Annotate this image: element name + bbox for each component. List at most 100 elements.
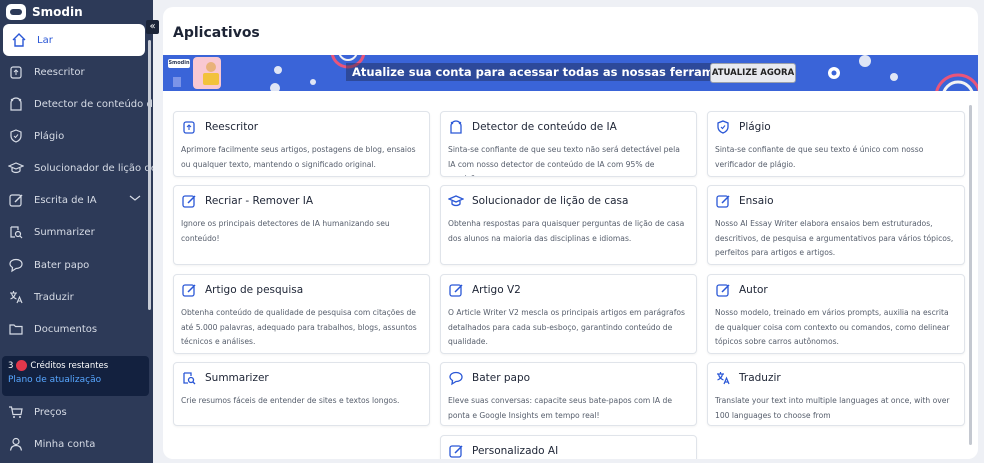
app-card-translate[interactable]: Traduzir Translate your text into multip… xyxy=(707,362,965,426)
rewriter-icon xyxy=(181,119,197,135)
app-card-article-v2[interactable]: Artigo V2 O Article Writer V2 mescla os … xyxy=(440,274,697,354)
card-title: Plágio xyxy=(739,121,771,133)
app-card-plagiarism[interactable]: Plágio Sinta-se confiante de que seu tex… xyxy=(707,111,965,177)
sidebar-scrollbar[interactable] xyxy=(148,40,151,310)
sidebar-item-rewriter[interactable]: Reescritor xyxy=(0,56,153,88)
home-icon xyxy=(11,32,27,48)
card-description: Sinta-se confiante de que seu texto não … xyxy=(448,145,680,176)
sidebar-item-label: Lar xyxy=(37,34,53,46)
banner-logo: Smodin xyxy=(168,59,190,68)
upgrade-now-button[interactable]: ATUALIZE AGORA xyxy=(710,63,796,83)
sidebar-item-label: Solucionador de lição de casa xyxy=(34,162,153,174)
app-card-rewriter[interactable]: Reescritor Aprimore facilmente seus arti… xyxy=(173,111,430,177)
card-description: Eleve suas conversas: capacite seus bate… xyxy=(448,396,673,420)
sidebar-item-label: Summarizer xyxy=(34,226,95,238)
app-card-recreate-remove-ai[interactable]: Recriar - Remover IA Ignore os principai… xyxy=(173,185,430,265)
pen-square-icon xyxy=(448,443,464,459)
sidebar-item-plagiarism[interactable]: Plágio xyxy=(0,120,153,152)
main-panel: Aplicativos Smodin Atualize sua conta pa… xyxy=(163,7,978,459)
card-title: Traduzir xyxy=(739,372,781,384)
graduation-cap-icon xyxy=(448,193,464,209)
card-description: Obtenha respostas para quaisquer pergunt… xyxy=(448,219,685,243)
card-description: Translate your text into multiple langua… xyxy=(715,396,950,420)
sidebar-item-label: Traduzir xyxy=(34,291,74,303)
card-description: Aprimore facilmente seus artigos, postag… xyxy=(181,145,416,169)
sidebar-item-label: Preços xyxy=(34,406,67,418)
pen-square-icon xyxy=(181,193,197,209)
sidebar-item-homework-solver[interactable]: Solucionador de lição de casa xyxy=(0,152,153,184)
smodin-logo-icon xyxy=(6,4,26,20)
brand[interactable]: Smodin xyxy=(0,0,153,24)
card-title: Recriar - Remover IA xyxy=(205,195,314,207)
shield-icon xyxy=(715,119,731,135)
app-card-essay[interactable]: Ensaio Nosso AI Essay Writer elabora ens… xyxy=(707,185,965,265)
folder-icon xyxy=(8,321,24,337)
sidebar-item-summarizer[interactable]: Summarizer xyxy=(0,216,153,248)
collapse-sidebar-button[interactable]: « xyxy=(146,20,159,34)
card-description: O Article Writer V2 mescla os principais… xyxy=(448,308,685,346)
cart-icon xyxy=(8,404,24,420)
card-description: Obtenha conteúdo de qualidade de pesquis… xyxy=(181,308,417,346)
pen-square-icon xyxy=(8,192,24,208)
graduation-cap-icon xyxy=(8,160,24,176)
pen-square-icon xyxy=(715,193,731,209)
sidebar-item-home[interactable]: Lar xyxy=(3,24,145,56)
app-card-ai-detector[interactable]: Detector de conteúdo de IA Sinta-se conf… xyxy=(440,111,697,177)
card-title: Artigo V2 xyxy=(472,284,521,296)
translate-icon xyxy=(715,370,731,386)
pen-square-icon xyxy=(448,282,464,298)
card-title: Artigo de pesquisa xyxy=(205,284,304,296)
card-title: Bater papo xyxy=(472,372,531,384)
upgrade-plan-link[interactable]: Plano de atualização xyxy=(8,375,143,385)
app-card-custom-ai[interactable]: Personalizado AI xyxy=(440,435,697,459)
sidebar-item-translate[interactable]: Traduzir xyxy=(0,281,153,313)
app-card-homework-solver[interactable]: Solucionador de lição de casa Obtenha re… xyxy=(440,185,697,265)
sidebar-item-ai-detector[interactable]: Detector de conteúdo de IA xyxy=(0,88,153,120)
sidebar-item-label: Minha conta xyxy=(34,438,96,450)
rewriter-icon xyxy=(8,64,24,80)
sidebar-item-label: Escrita de IA xyxy=(34,194,97,206)
card-title: Summarizer xyxy=(205,372,269,384)
main-scrollbar[interactable] xyxy=(969,105,972,445)
sidebar-item-ai-writing[interactable]: Escrita de IA xyxy=(0,184,153,216)
sidebar-item-label: Detector de conteúdo de IA xyxy=(34,98,153,110)
card-description: Crie resumos fáceis de entender de sites… xyxy=(181,396,400,405)
chat-bubble-icon xyxy=(448,370,464,386)
sidebar-item-documents[interactable]: Documentos xyxy=(0,313,153,345)
card-title: Personalizado AI xyxy=(472,445,559,457)
coin-icon xyxy=(16,360,28,371)
translate-icon xyxy=(8,289,24,305)
sidebar-item-chat[interactable]: Bater papo xyxy=(0,249,153,281)
app-card-summarizer[interactable]: Summarizer Crie resumos fáceis de entend… xyxy=(173,362,430,426)
sidebar-item-label: Reescritor xyxy=(34,66,85,78)
credits-panel: 3 Créditos restantes Plano de atualizaçã… xyxy=(2,356,149,396)
ai-detector-icon xyxy=(448,119,464,135)
card-description: Sinta-se confiante de que seu texto é ún… xyxy=(715,145,924,169)
card-title: Autor xyxy=(739,284,768,296)
card-description: Ignore os principais detectores de IA hu… xyxy=(181,219,390,243)
brand-name: Smodin xyxy=(32,5,83,19)
credits-count: 3 xyxy=(8,360,14,371)
banner-text: Atualize sua conta para acessar todas as… xyxy=(346,63,756,81)
app-card-research-article[interactable]: Artigo de pesquisa Obtenha conteúdo de q… xyxy=(173,274,430,354)
app-card-chat[interactable]: Bater papo Eleve suas conversas: capacit… xyxy=(440,362,697,426)
card-title: Ensaio xyxy=(739,195,774,207)
card-title: Detector de conteúdo de IA xyxy=(472,121,617,133)
chevron-down-icon[interactable] xyxy=(129,193,141,206)
ai-detector-icon xyxy=(8,96,24,112)
sidebar-item-account[interactable]: Minha conta xyxy=(0,428,153,460)
app-card-author[interactable]: Autor Nosso modelo, treinado em vários p… xyxy=(707,274,965,354)
chat-bubble-icon xyxy=(8,257,24,273)
magnifier-doc-icon xyxy=(181,370,197,386)
pen-square-icon xyxy=(715,282,731,298)
card-description: Nosso modelo, treinado em vários prompts… xyxy=(715,308,950,346)
page-title: Aplicativos xyxy=(173,25,260,41)
card-title: Solucionador de lição de casa xyxy=(472,195,629,207)
sidebar-item-pricing[interactable]: Preços xyxy=(0,396,153,428)
sidebar: Smodin Lar Reescritor Detector de conteú… xyxy=(0,0,153,463)
shield-icon xyxy=(8,128,24,144)
user-icon xyxy=(8,436,24,452)
credits-label: Créditos restantes xyxy=(30,360,109,371)
sidebar-item-label: Plágio xyxy=(34,130,65,142)
upgrade-banner[interactable]: Smodin Atualize sua conta para acessar t… xyxy=(163,55,978,91)
